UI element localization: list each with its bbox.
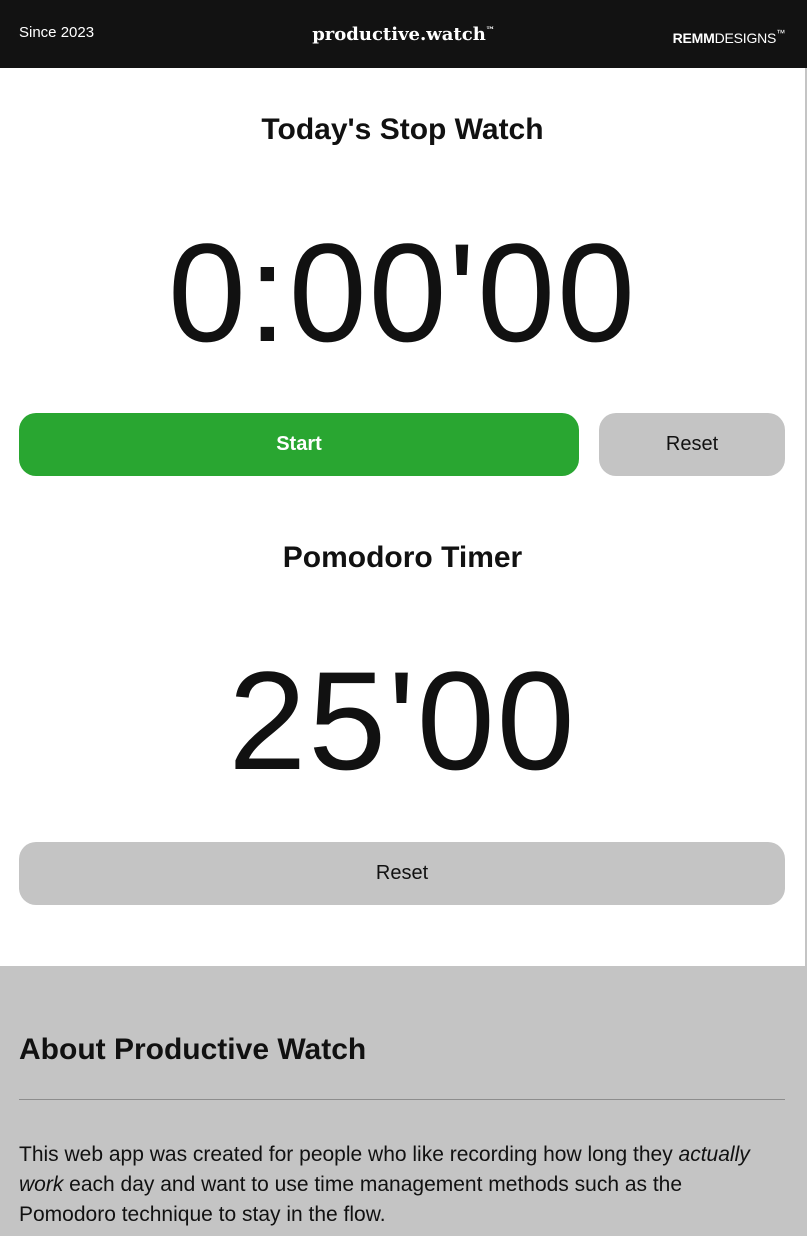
brand-name: productive.watch — [312, 24, 486, 45]
stopwatch-title: Today's Stop Watch — [261, 113, 544, 146]
designer-name-bold: REMM — [672, 30, 715, 46]
about-divider — [19, 1099, 785, 1100]
pomodoro-title: Pomodoro Timer — [282, 541, 523, 574]
about-text: This web app was created for people who … — [19, 1140, 779, 1230]
about-text-end: each day and want to use time management… — [19, 1173, 683, 1226]
brand-trademark: ™ — [485, 26, 495, 36]
pomodoro-reset-button[interactable]: Reset — [19, 842, 785, 905]
stopwatch-display: 0:00'00 — [168, 214, 637, 371]
designer-credit[interactable]: REMMDESIGNS™ — [672, 23, 786, 48]
page: Since 2023 productive.watch™ REMMDESIGNS… — [0, 0, 807, 1236]
pomodoro-display: 25'00 — [228, 642, 577, 799]
about-section: About Productive Watch This web app was … — [0, 966, 807, 1236]
designer-trademark: ™ — [776, 28, 785, 38]
about-heading: About Productive Watch — [19, 1033, 367, 1066]
stopwatch-reset-button[interactable]: Reset — [599, 413, 785, 476]
start-button[interactable]: Start — [19, 413, 579, 476]
about-text-start: This web app was created for people who … — [19, 1143, 679, 1166]
top-bar: Since 2023 productive.watch™ REMMDESIGNS… — [0, 0, 807, 68]
designer-name-rest: DESIGNS — [714, 30, 777, 46]
